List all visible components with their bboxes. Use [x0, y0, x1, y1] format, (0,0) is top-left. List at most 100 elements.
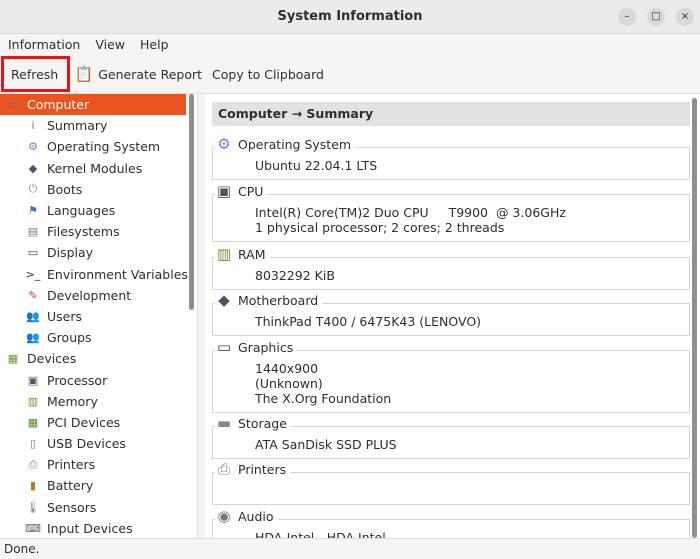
sidebar-item-label: Summary [47, 118, 108, 134]
keyboard-icon: ⌨ [25, 521, 41, 535]
battery-icon: ▮ [29, 479, 37, 493]
section-value: 1 physical processor; 2 cores; 2 threads [255, 220, 505, 235]
section-storage: ▬ Storage ATA SanDisk SSD PLUS [212, 414, 690, 459]
section-printers: ⎙ Printers [212, 460, 690, 505]
sidebar-item-label: Environment Variables [47, 266, 188, 282]
section-value: HDA-Intel - HDA Intel [255, 530, 386, 538]
sidebar-item-label: Kernel Modules [47, 160, 143, 176]
storage-icon: ▬ [216, 414, 232, 432]
sidebar-item-boots[interactable]: ⏻ Boots [0, 179, 197, 200]
monitor-icon: ▭ [216, 338, 232, 356]
sidebar-item-filesystems[interactable]: ▤ Filesystems [0, 221, 197, 242]
copy-to-clipboard-button[interactable]: Copy to Clipboard [207, 56, 329, 92]
section-title: Operating System [238, 136, 352, 152]
generate-report-button[interactable]: 📋 Generate Report [70, 56, 207, 92]
motherboard-icon: ◆ [218, 291, 230, 309]
title-bar: System Information – □ × [0, 0, 700, 34]
sidebar-item-operating-system[interactable]: ⚙ Operating System [0, 136, 197, 157]
sidebar-tree: ▭ Computer i Summary ⚙ Operating System ◆ Kerne… [0, 94, 198, 538]
audio-icon: ◉ [217, 507, 231, 525]
power-icon: ⏻ [28, 182, 38, 196]
section-value: (Unknown) [255, 376, 323, 391]
sidebar-item-label: Input Devices [47, 520, 133, 536]
sidebar-item-devices[interactable]: ▦ Devices [0, 348, 197, 369]
gear-icon: ⚙ [217, 135, 231, 153]
memory-icon: ▥ [216, 245, 232, 263]
sidebar-item-battery[interactable]: ▮ Battery [0, 475, 197, 496]
sidebar-item-label: Development [47, 287, 132, 303]
sidebar-item-label: Filesystems [47, 224, 120, 240]
section-value: 1440x900 [255, 361, 319, 376]
section-motherboard: ◆ Motherboard ThinkPad T400 / 6475K43 (LEN… [212, 291, 690, 336]
groups-icon: 👥 [26, 331, 40, 345]
menu-bar: Information View Help [0, 34, 700, 55]
section-title: Storage [238, 415, 287, 431]
terminal-icon: >_ [25, 267, 41, 281]
sidebar-item-memory[interactable]: ▥ Memory [0, 391, 197, 412]
sidebar-item-groups[interactable]: 👥 Groups [0, 327, 197, 348]
sidebar-item-languages[interactable]: ⚑ Languages [0, 200, 197, 221]
toolbar: Refresh 📋 Generate Report Copy to Clipbo… [0, 55, 700, 94]
summary-panel: Computer → Summary ⚙ Operating System Ubun… [205, 94, 700, 538]
sidebar-scrollbar[interactable] [189, 94, 194, 310]
sidebar-item-label: Computer [27, 97, 90, 113]
sidebar-item-processor[interactable]: ▣ Processor [0, 369, 197, 390]
sidebar-item-computer[interactable]: ▭ Computer [0, 94, 186, 116]
info-icon: i [31, 119, 35, 133]
close-button[interactable]: × [676, 8, 694, 26]
window-title: System Information [277, 9, 423, 24]
section-title: RAM [238, 246, 266, 262]
menu-information[interactable]: Information [0, 34, 87, 55]
sidebar-item-label: Operating System [47, 139, 161, 155]
sidebar-item-label: Memory [47, 393, 98, 409]
sidebar-item-label: Display [47, 245, 94, 261]
section-value: 8032292 KiB [255, 268, 335, 283]
main-scrollbar[interactable] [692, 98, 697, 538]
sidebar-item-development[interactable]: ✎ Development [0, 285, 197, 306]
sidebar-item-display[interactable]: ▭ Display [0, 242, 197, 263]
cpu-icon: ▣ [216, 182, 232, 200]
sidebar-item-label: Sensors [47, 499, 97, 515]
section-value: Ubuntu 22.04.1 LTS [255, 158, 378, 173]
sidebar-item-label: Languages [47, 203, 116, 219]
section-cpu: ▣ CPU Intel(R) Core(TM)2 Duo CPU T9900 @ 3… [212, 182, 690, 242]
sidebar-item-input-devices[interactable]: ⌨ Input Devices [0, 518, 197, 538]
sidebar-item-label: Users [47, 308, 83, 324]
sidebar-item-label: Processor [47, 372, 108, 388]
status-bar: Done. [0, 538, 700, 558]
sidebar-item-pci-devices[interactable]: ▦ PCI Devices [0, 412, 197, 433]
sidebar-item-label: Groups [47, 330, 92, 346]
generate-report-label: Generate Report [98, 66, 203, 82]
sidebar-item-label: Devices [27, 351, 77, 367]
sidebar-item-printers[interactable]: ⎙ Printers [0, 454, 197, 475]
sidebar-item-users[interactable]: 👥 Users [0, 306, 197, 327]
sidebar-item-kernel-modules[interactable]: ◆ Kernel Modules [0, 158, 197, 179]
section-operating-system: ⚙ Operating System Ubuntu 22.04.1 LTS [212, 135, 690, 180]
section-title: Graphics [238, 339, 294, 355]
devices-icon: ▦ [7, 352, 19, 366]
memory-icon: ▥ [27, 394, 39, 408]
sidebar-item-sensors[interactable]: 🌡 Sensors [0, 497, 197, 518]
sidebar-item-label: Boots [47, 181, 83, 197]
refresh-button[interactable]: Refresh [1, 56, 71, 92]
sidebar-item-usb-devices[interactable]: ▯ USB Devices [0, 433, 197, 454]
sensor-icon: 🌡 [26, 500, 40, 514]
printer-icon: ⎙ [28, 457, 38, 471]
section-value: Intel(R) Core(TM)2 Duo CPU T9900 @ 3.06G… [255, 205, 566, 220]
usb-icon: ▯ [29, 437, 37, 451]
development-icon: ✎ [28, 288, 38, 302]
section-title: Printers [238, 461, 287, 477]
sidebar-item-label: Printers [47, 457, 96, 473]
menu-help[interactable]: Help [132, 34, 176, 55]
sidebar-item-label: Battery [47, 478, 94, 494]
users-icon: 👥 [26, 309, 40, 323]
sidebar-item-environment-variables[interactable]: >_ Environment Variables [0, 264, 197, 285]
maximize-button[interactable]: □ [647, 8, 665, 26]
module-icon: ◆ [28, 161, 38, 175]
minimize-button[interactable]: – [618, 8, 636, 26]
menu-view[interactable]: View [87, 34, 132, 55]
sidebar-item-label: USB Devices [47, 436, 126, 452]
cpu-icon: ▣ [27, 373, 39, 387]
sidebar-item-summary[interactable]: i Summary [0, 115, 197, 136]
filesystem-icon: ▤ [27, 225, 39, 239]
